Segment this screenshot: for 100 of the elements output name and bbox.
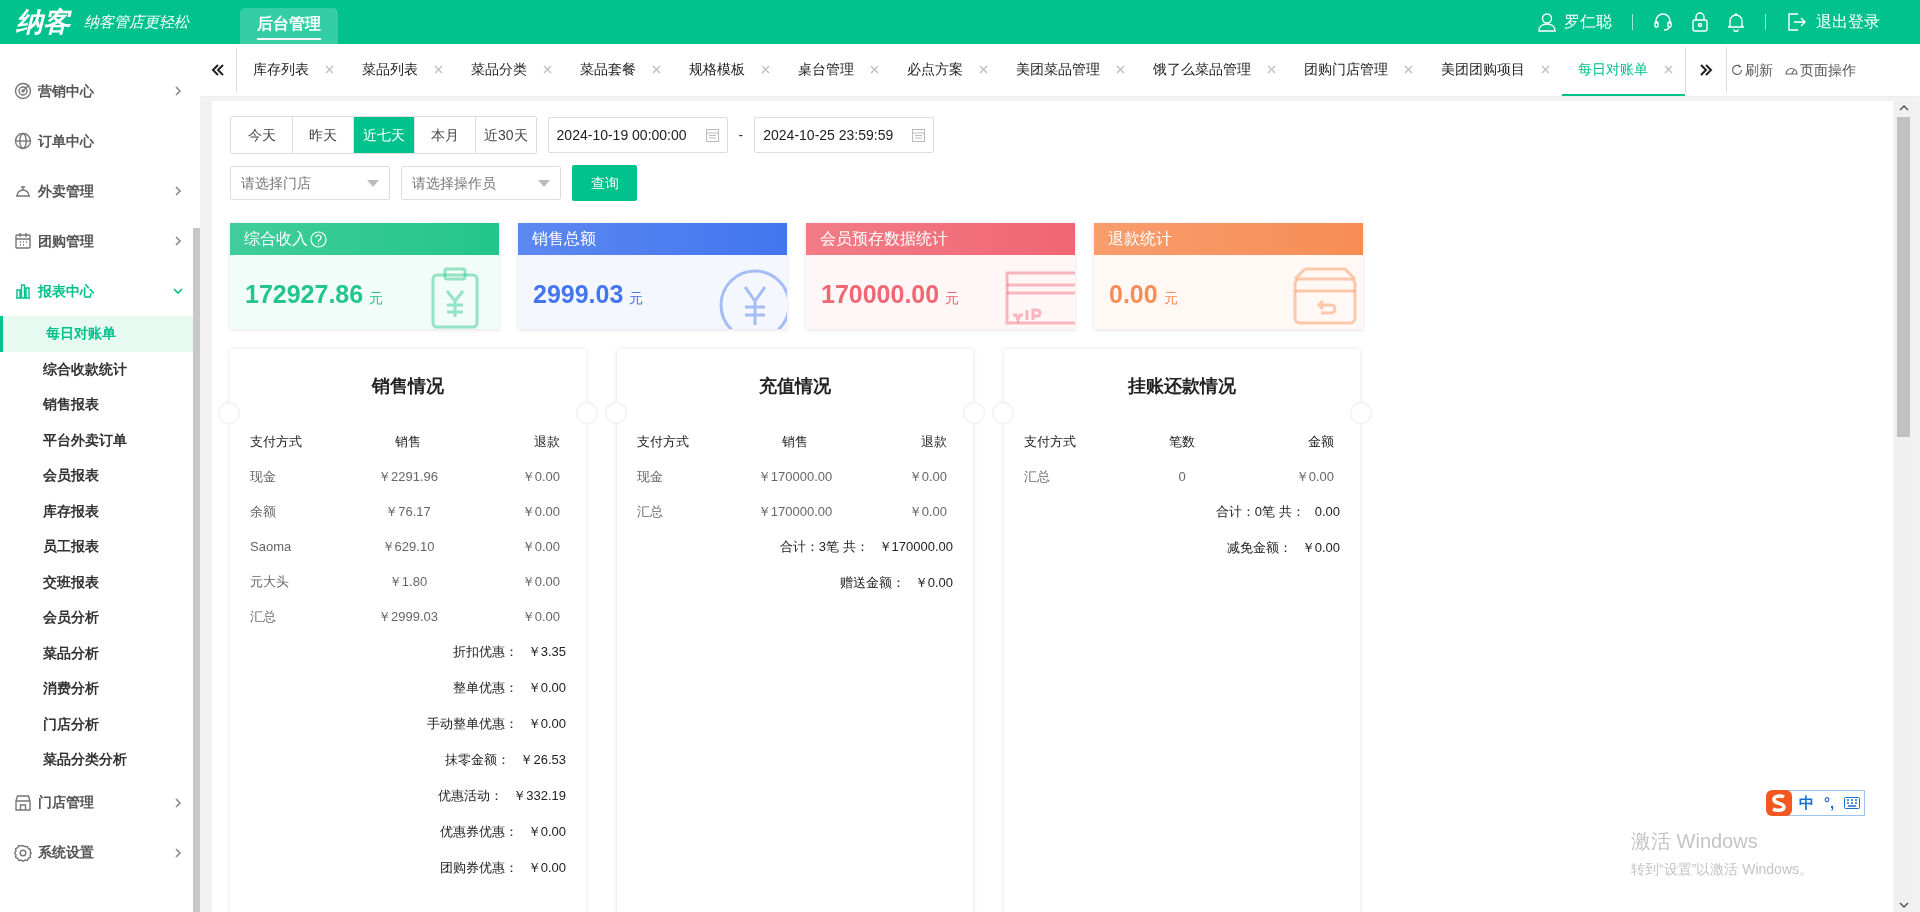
close-icon[interactable] bbox=[325, 64, 334, 74]
tab[interactable]: 团购门店管理 bbox=[1288, 44, 1425, 96]
scroll-up-icon[interactable] bbox=[1899, 104, 1909, 112]
sidebar-subitem[interactable]: 菜品分类分析 bbox=[0, 742, 193, 778]
close-icon[interactable] bbox=[1541, 64, 1550, 74]
table-cell-text: ￥0.00 bbox=[520, 467, 561, 486]
sidebar-item[interactable]: 营销中心 bbox=[0, 66, 193, 116]
close-icon[interactable] bbox=[761, 64, 770, 74]
sidebar-subitem[interactable]: 会员分析 bbox=[0, 600, 193, 636]
punctuation-toggle[interactable]: °, bbox=[1824, 791, 1835, 815]
total-value: ￥332.19 bbox=[513, 787, 566, 806]
close-icon[interactable] bbox=[1116, 64, 1125, 74]
close-icon[interactable] bbox=[1267, 64, 1276, 74]
total-label: 赠送金额： bbox=[839, 574, 905, 593]
input-mode-toggle[interactable]: 中 bbox=[1799, 791, 1814, 815]
tab[interactable]: 美团菜品管理 bbox=[1000, 44, 1137, 96]
sidebar-subitem[interactable]: 消费分析 bbox=[0, 671, 193, 707]
total-label: 减免金额： bbox=[1226, 539, 1292, 558]
table-cell-text: ￥0.00 bbox=[520, 607, 561, 626]
headset-icon[interactable] bbox=[1653, 12, 1673, 32]
card-unit: 元 bbox=[945, 289, 960, 308]
tab[interactable]: 规格模板 bbox=[673, 44, 782, 96]
card-header: 退款统计 bbox=[1094, 223, 1363, 255]
sidebar-subitem[interactable]: 平台外卖订单 bbox=[0, 422, 193, 458]
tab[interactable]: 桌台管理 bbox=[782, 44, 891, 96]
tab[interactable]: 菜品套餐 bbox=[564, 44, 673, 96]
panel-title: 挂账还款情况 bbox=[1127, 375, 1237, 398]
sidebar-subitem[interactable]: 交班报表 bbox=[0, 564, 193, 600]
table-cell-text: ￥0.00 bbox=[520, 502, 561, 521]
total-value: ￥3.35 bbox=[527, 643, 566, 662]
close-icon[interactable] bbox=[434, 64, 443, 74]
close-icon[interactable] bbox=[652, 64, 661, 74]
tab[interactable]: 菜品列表 bbox=[346, 44, 455, 96]
help-icon[interactable] bbox=[310, 230, 327, 248]
sidebar-subitem[interactable]: 菜品分析 bbox=[0, 635, 193, 671]
close-icon[interactable] bbox=[543, 64, 552, 74]
sidebar-item[interactable]: 系统设置 bbox=[0, 827, 193, 878]
close-icon[interactable] bbox=[979, 64, 988, 74]
close-icon[interactable] bbox=[1664, 64, 1673, 74]
total-value: ￥0.00 bbox=[527, 679, 566, 698]
store-icon bbox=[14, 793, 32, 812]
ime-logo-icon[interactable] bbox=[1765, 789, 1793, 817]
card-value: 170000.00 bbox=[821, 279, 940, 310]
close-icon[interactable] bbox=[870, 64, 879, 74]
table-cell-text: ￥0.00 bbox=[520, 537, 561, 556]
card-value: 172927.86 bbox=[245, 279, 364, 310]
calendar-icon bbox=[705, 128, 719, 142]
date-range-button[interactable]: 近30天 bbox=[475, 117, 536, 153]
tab[interactable]: 必点方案 bbox=[891, 44, 1000, 96]
close-icon[interactable] bbox=[1404, 64, 1413, 74]
scrollbar-thumb[interactable] bbox=[1897, 117, 1910, 437]
store-select[interactable]: 请选择门店 bbox=[230, 166, 390, 200]
total-value: ￥0.00 bbox=[527, 715, 566, 734]
keyboard-icon[interactable] bbox=[1844, 797, 1861, 809]
logout-icon[interactable] bbox=[1786, 12, 1806, 32]
card-unit: 元 bbox=[629, 289, 644, 308]
scroll-down-icon[interactable] bbox=[1899, 901, 1909, 909]
globe-icon bbox=[14, 132, 32, 150]
bell-icon[interactable] bbox=[1727, 12, 1745, 32]
start-date-field[interactable]: 2024-10-19 00:00:00 bbox=[547, 117, 728, 153]
column-header: 支付方式 bbox=[637, 432, 690, 451]
end-date-field[interactable]: 2024-10-25 23:59:59 bbox=[754, 117, 935, 153]
operator-select[interactable]: 请选择操作员 bbox=[401, 166, 561, 200]
tab[interactable]: 饿了么菜品管理 bbox=[1137, 44, 1288, 96]
tab[interactable]: 美团团购项目 bbox=[1425, 44, 1562, 96]
total-label: 折扣优惠： bbox=[452, 643, 518, 662]
panel-title: 销售情况 bbox=[370, 375, 445, 398]
card-value: 0.00 bbox=[1109, 279, 1158, 310]
sidebar-item[interactable]: 外卖管理 bbox=[0, 166, 193, 216]
calendar-icon bbox=[912, 128, 926, 142]
table-cell-text: 现金 bbox=[250, 467, 277, 486]
refresh-button[interactable]: 刷新 bbox=[1727, 44, 1777, 96]
activation-title: 激活 Windows bbox=[1631, 829, 1759, 854]
tab[interactable]: 库存列表 bbox=[237, 44, 346, 96]
page-actions-button[interactable]: 页面操作 bbox=[1777, 44, 1864, 96]
table-cell-text: ￥1.80 bbox=[387, 572, 429, 591]
tab[interactable]: 菜品分类 bbox=[455, 44, 564, 96]
lock-icon[interactable] bbox=[1691, 12, 1709, 32]
user-icon bbox=[1537, 12, 1557, 32]
table-cell-text: 现金 bbox=[637, 467, 664, 486]
sidebar-item[interactable]: 门店管理 bbox=[0, 777, 193, 828]
total-label: 团购券优惠： bbox=[439, 859, 518, 878]
sidebar-subitem[interactable]: 门店分析 bbox=[0, 706, 193, 742]
date-separator: - bbox=[738, 125, 744, 145]
sidebar-item[interactable]: 订单中心 bbox=[0, 116, 193, 166]
sidebar-subitem[interactable]: 会员报表 bbox=[0, 458, 193, 494]
column-header: 销售 bbox=[394, 432, 422, 451]
bar-chart-icon bbox=[14, 282, 32, 300]
sidebar-subitem[interactable]: 综合收款统计 bbox=[0, 351, 193, 387]
table-cell-text: ￥629.10 bbox=[380, 537, 436, 556]
card-header: 会员预存数据统计 bbox=[806, 223, 1075, 255]
sidebar-subitem[interactable]: 库存报表 bbox=[0, 493, 193, 529]
scrollbar-thumb[interactable] bbox=[193, 228, 200, 912]
column-header: 销售 bbox=[781, 432, 809, 451]
total-label: 手动整单优惠： bbox=[426, 715, 518, 734]
sidebar-subitem[interactable]: 销售报表 bbox=[0, 387, 193, 423]
double-chevron-right-icon bbox=[1699, 63, 1713, 77]
sidebar-subitem[interactable]: 员工报表 bbox=[0, 529, 193, 565]
table-cell-text: 汇总 bbox=[250, 607, 277, 626]
sidebar-item[interactable]: 团购管理 bbox=[0, 216, 193, 266]
